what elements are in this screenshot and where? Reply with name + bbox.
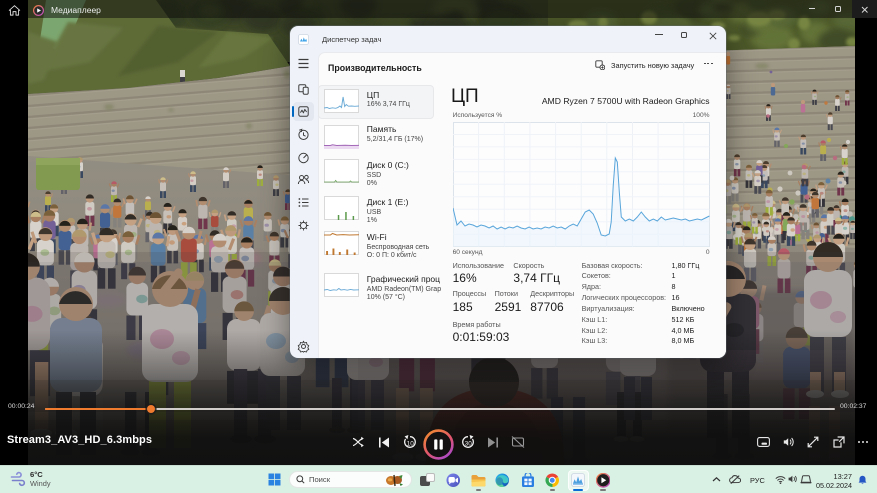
svg-text:30: 30 [465, 440, 473, 447]
svg-text:10: 10 [407, 440, 415, 447]
